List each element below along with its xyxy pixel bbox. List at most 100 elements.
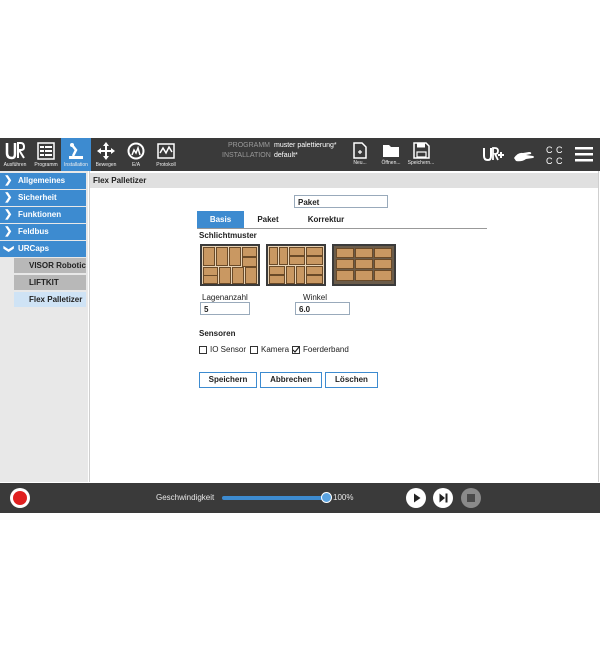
open-button[interactable]: Öffnen... [377, 138, 405, 171]
sidebar-subitem-liftkit[interactable]: LIFTKIT [14, 275, 86, 290]
program-tab[interactable]: Programm [31, 138, 61, 171]
step-forward-icon [439, 493, 447, 502]
package-name-input[interactable]: Paket [294, 195, 388, 208]
package-box [219, 267, 231, 284]
hand-icon [514, 152, 534, 162]
sidebar: ❯ Allgemeines ❯ Sicherheit ❯ Funktionen … [0, 171, 88, 482]
package-box [306, 247, 323, 256]
angle-label: Winkel [303, 293, 328, 302]
sidebar-item-feldbus[interactable]: ❯ Feldbus [0, 224, 86, 240]
pattern-option-2[interactable] [266, 244, 326, 286]
installation-name: default* [274, 152, 298, 159]
step-button[interactable] [433, 488, 453, 508]
save-file-button[interactable]: Speichern... [407, 138, 435, 171]
ur-plus-button[interactable] [482, 146, 506, 166]
installation-tab-label: Installation [64, 162, 88, 168]
pattern-option-1[interactable] [200, 244, 260, 286]
speed-value: 100% [333, 493, 354, 502]
svg-text:C: C [546, 156, 553, 166]
open-button-label: Öffnen... [381, 160, 401, 166]
package-box [296, 266, 305, 284]
package-box [269, 247, 278, 265]
package-box [336, 259, 354, 269]
io-tab[interactable]: E/A [121, 138, 151, 171]
run-tab[interactable]: Ausführen [0, 138, 30, 171]
new-file-icon [353, 142, 367, 159]
package-box [374, 270, 392, 281]
record-button[interactable] [10, 488, 30, 508]
new-button-label: Neu... [353, 160, 367, 166]
layer-count-input[interactable]: 5 [200, 302, 250, 315]
sidebar-item-label: Funktionen [18, 210, 62, 219]
pattern-section-title: Schlichtmuster [199, 231, 257, 240]
package-box [269, 266, 285, 275]
save-file-button-label: Speichern... [407, 160, 435, 166]
conveyor-label: Foerderband [303, 345, 349, 354]
sidebar-item-urcaps[interactable]: ❯ URCaps [0, 241, 86, 257]
chevron-right-icon: ❯ [4, 175, 13, 186]
tab-paket[interactable]: Paket [247, 211, 289, 228]
sidebar-item-allgemeines[interactable]: ❯ Allgemeines [0, 173, 86, 189]
io-sensor-checkbox[interactable] [199, 346, 207, 354]
tab-basis[interactable]: Basis [197, 211, 244, 228]
installation-icon [69, 143, 83, 159]
package-box [355, 248, 373, 258]
installation-tab[interactable]: Installation [61, 138, 91, 171]
sidebar-item-label: Allgemeines [18, 176, 66, 185]
package-box [306, 266, 323, 275]
package-box [306, 275, 323, 284]
camera-checkbox[interactable] [250, 346, 258, 354]
play-icon [413, 493, 420, 502]
package-box [374, 248, 392, 258]
tab-korrektur[interactable]: Korrektur [295, 211, 357, 228]
save-button[interactable]: Speichern [199, 372, 257, 388]
ur-logo-icon [5, 142, 26, 160]
sidebar-subitem-flex-palletizer[interactable]: Flex Palletizer [14, 292, 86, 307]
pattern-option-3-selected[interactable] [332, 244, 396, 286]
cc-status[interactable]: C C C C [545, 144, 565, 168]
run-tab-label: Ausführen [3, 162, 27, 168]
package-box [355, 259, 373, 269]
conveyor-checkbox[interactable] [292, 346, 300, 354]
log-tab[interactable]: Protokoll [151, 138, 181, 171]
move-tab[interactable]: Bewegen [91, 138, 121, 171]
package-box [269, 275, 285, 284]
speed-slider-track[interactable] [222, 496, 326, 500]
program-info: PROGRAMM muster palettierung* INSTALLATIO… [222, 141, 352, 161]
stop-button[interactable] [461, 488, 481, 508]
move-icon [97, 142, 115, 160]
play-button[interactable] [406, 488, 426, 508]
svg-text:C: C [556, 156, 563, 166]
program-icon [37, 142, 55, 160]
log-icon [157, 143, 175, 159]
cancel-button[interactable]: Abbrechen [260, 372, 322, 388]
sidebar-subitem-visor-robotic[interactable]: VISOR Robotic [14, 258, 86, 273]
delete-button[interactable]: Löschen [325, 372, 378, 388]
sidebar-item-funktionen[interactable]: ❯ Funktionen [0, 207, 86, 223]
layer-count-label: Lagenanzahl [202, 293, 248, 302]
checkmark-icon [292, 346, 300, 353]
package-box [306, 256, 323, 265]
program-key: PROGRAMM [228, 142, 270, 149]
sidebar-item-label: Feldbus [18, 227, 49, 236]
angle-input[interactable]: 6.0 [295, 302, 350, 315]
freedrive-button[interactable] [512, 146, 536, 166]
package-box [289, 256, 305, 265]
package-box [245, 267, 257, 284]
svg-text:C: C [546, 145, 553, 155]
move-tab-label: Bewegen [95, 162, 117, 168]
new-button[interactable]: Neu... [346, 138, 374, 171]
sidebar-item-label: Sicherheit [18, 193, 57, 202]
sensors-section-title: Sensoren [199, 329, 236, 338]
package-box [355, 270, 373, 281]
program-name: muster palettierung* [274, 142, 337, 149]
sidebar-item-sicherheit[interactable]: ❯ Sicherheit [0, 190, 86, 206]
tab-divider [197, 228, 487, 229]
package-box [232, 267, 244, 284]
record-icon [13, 491, 27, 505]
package-box [336, 270, 354, 281]
menu-button[interactable] [574, 146, 594, 165]
speed-slider-thumb[interactable] [321, 492, 332, 503]
connection-status-icon: C C C C [546, 145, 563, 166]
package-box [279, 247, 288, 265]
